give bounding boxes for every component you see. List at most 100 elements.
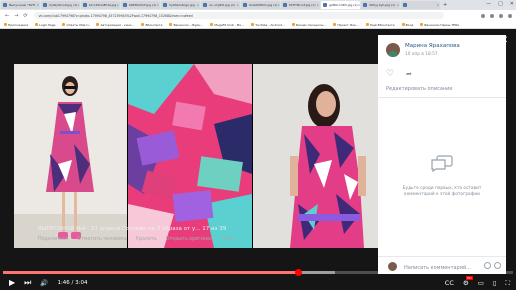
photo-action-link[interactable]: Отметить человека	[77, 237, 127, 242]
browser-tab-bar: Выпускник *КУН × Vy0ky9knuf.jpg (1) × bk-Y-P…	[0, 0, 516, 10]
bookmark-icon	[251, 23, 255, 26]
bookmark-label: Вакансии Пермь TERA	[424, 22, 460, 27]
bookmark-icon	[96, 23, 100, 26]
close-tab-icon[interactable]: ×	[277, 3, 280, 7]
browser-tab[interactable]: VySfqUn6ogo.jpg ×	[161, 1, 200, 9]
tab-favicon-icon	[83, 3, 87, 7]
bookmark-item[interactable]: Вход	[401, 23, 413, 27]
bookmark-item[interactable]: Бизнес-процессы…	[291, 22, 327, 27]
back-button[interactable]: ←	[5, 13, 9, 19]
window-controls: — □ ✕	[486, 1, 514, 7]
tab-label: u1-uYg5Ki.jpg (1)	[209, 3, 236, 7]
tab-label: GCa0bf6Shi.jpg (1)	[249, 3, 278, 7]
tab-favicon-icon	[283, 3, 287, 7]
tab-label: VZUyj.byh.jpg (1)	[369, 3, 396, 7]
close-tab-icon[interactable]: ×	[358, 3, 360, 7]
browser-tab[interactable]: Выпускник *КУН ×	[1, 1, 40, 9]
author-name[interactable]: Марина Ярахапова	[405, 43, 460, 49]
divider	[378, 97, 506, 98]
tab-label: Vy0ky9knuf.jpg (1)	[49, 3, 78, 7]
post-date[interactable]: 10 апр в 18:57	[405, 52, 438, 57]
browser-tab[interactable]: u1-uYg5Ki.jpg (1) ×	[201, 1, 240, 9]
bookmark-icon	[366, 23, 370, 26]
close-tab-icon[interactable]: ×	[236, 3, 239, 7]
photo-action-link[interactable]: Ещё ⌄	[222, 237, 238, 242]
close-tab-icon[interactable]: ×	[436, 3, 439, 7]
bookmark-icon	[291, 23, 295, 26]
browser-tab[interactable]: GCa0bf6Shi.jpg (1) ×	[241, 1, 280, 9]
bookmark-item[interactable]: Ещё ВКонтакте	[366, 23, 395, 27]
subtitles-button[interactable]: CC	[445, 279, 454, 287]
menu-icon[interactable]	[508, 13, 512, 18]
forward-button[interactable]: →	[14, 13, 18, 19]
share-icon[interactable]: ➦	[406, 70, 412, 78]
photo[interactable]	[14, 64, 378, 248]
reload-button[interactable]: ⟳	[23, 13, 27, 19]
close-tab-icon[interactable]: ×	[156, 3, 159, 7]
close-tab-icon[interactable]: ×	[116, 3, 119, 7]
maximize-button[interactable]: □	[498, 1, 503, 7]
tab-label: Выпускник *КУН	[9, 3, 36, 7]
browser-tab[interactable]: KRPtOQYuF.jpg (1) ×	[121, 1, 160, 9]
theater-mode-icon[interactable]: ▯	[493, 279, 497, 287]
bookmark-item[interactable]: Приложения	[4, 23, 28, 27]
play-button[interactable]: ▶	[9, 279, 15, 287]
bookmark-item[interactable]: YouTube - Android…	[251, 23, 285, 27]
tab-favicon-icon	[243, 3, 247, 7]
tab-favicon-icon	[163, 3, 167, 7]
tab-label: KRPtOQYuF.jpg (1)	[129, 3, 157, 7]
bookmark-item[interactable]: Авторизация - кино…	[96, 23, 134, 27]
bookmark-label: Бизнес-процессы…	[295, 22, 327, 27]
bookmark-item[interactable]: Проект Фон…	[333, 23, 359, 27]
attach-icon[interactable]	[494, 262, 501, 269]
time-display: 1:46 / 3:04	[57, 280, 88, 286]
bookmark-item[interactable]: Login Page	[35, 23, 55, 27]
close-tab-icon[interactable]: ×	[77, 3, 80, 7]
bookmark-icon	[210, 23, 214, 26]
close-window-button[interactable]: ✕	[510, 1, 514, 7]
address-bar[interactable]: vk.com/club17994798?z=photo-17994798_457…	[33, 12, 444, 19]
bookmark-label: YouTube - Android…	[255, 22, 285, 27]
miniplayer-icon[interactable]: ▭	[478, 279, 484, 287]
browser-tab[interactable]: ×	[401, 1, 440, 9]
bookmark-item[interactable]: Ответы Mail.ru	[62, 23, 89, 27]
bookmark-item[interactable]: Вакансии Пермь TERA	[420, 23, 459, 27]
volume-icon[interactable]: 🔊	[40, 279, 48, 287]
avatar[interactable]	[386, 43, 400, 57]
browser-tab[interactable]: Vy0ky9knuf.jpg (1) ×	[41, 1, 80, 9]
browser-tab[interactable]: bk-Y-Pbno8fUw.jpg ×	[81, 1, 120, 9]
bookmarks-bar: Приложения Login Page Ответы Mail.ru Автори…	[0, 21, 516, 29]
profile-icon[interactable]	[499, 13, 503, 18]
bookmark-item[interactable]: Вакансии - Журн…	[169, 23, 203, 27]
progress-bar[interactable]	[3, 269, 513, 276]
browser-tab[interactable]: VZUyj.byh.jpg (1) ×	[361, 1, 400, 9]
buffered-bar	[3, 271, 335, 274]
extension-icon[interactable]	[481, 13, 485, 18]
player-right-controls: CC ⚙ ▭ ▯ ⛶	[445, 276, 510, 288]
settings-icon[interactable]: ⚙	[463, 276, 473, 287]
edit-description-link[interactable]: Редактировать описание	[386, 86, 452, 92]
bookmark-item[interactable]: ВКонтакте	[141, 23, 162, 27]
emoji-icon[interactable]	[484, 262, 491, 269]
like-icon[interactable]: ♡	[386, 69, 394, 79]
bookmark-label: Авторизация - кино…	[100, 22, 135, 27]
tab-favicon-icon	[3, 3, 7, 7]
bookmark-label: MegaFit Club - Мо…	[214, 22, 245, 27]
photo-action-link[interactable]: Поделиться	[38, 237, 68, 242]
close-tab-icon[interactable]: ×	[196, 3, 199, 7]
bookmark-item[interactable]: MegaFit Club - Мо…	[210, 23, 244, 27]
next-button[interactable]: ⏭	[24, 279, 31, 287]
photo-actions: Поделиться Отметить человека Удалить Открыт…	[38, 237, 238, 242]
close-tab-icon[interactable]: ×	[36, 3, 39, 7]
photo-action-link[interactable]: Удалить	[136, 237, 157, 242]
browser-tab[interactable]: MrHYMrurf.jpg (1) ×	[281, 1, 320, 9]
photo-action-link[interactable]: Открыть оригинал	[166, 237, 213, 242]
fullscreen-icon[interactable]: ⛶	[505, 279, 510, 288]
minimize-button[interactable]: —	[486, 1, 491, 7]
bookmark-icon	[420, 23, 424, 26]
close-tab-icon[interactable]: ×	[316, 3, 319, 7]
extension-icon[interactable]	[490, 13, 494, 18]
browser-tab[interactable]: gAfR0-13R3.jpg (1) ×	[321, 1, 360, 9]
new-tab-button[interactable]: +	[443, 2, 447, 8]
close-tab-icon[interactable]: ×	[396, 3, 399, 7]
